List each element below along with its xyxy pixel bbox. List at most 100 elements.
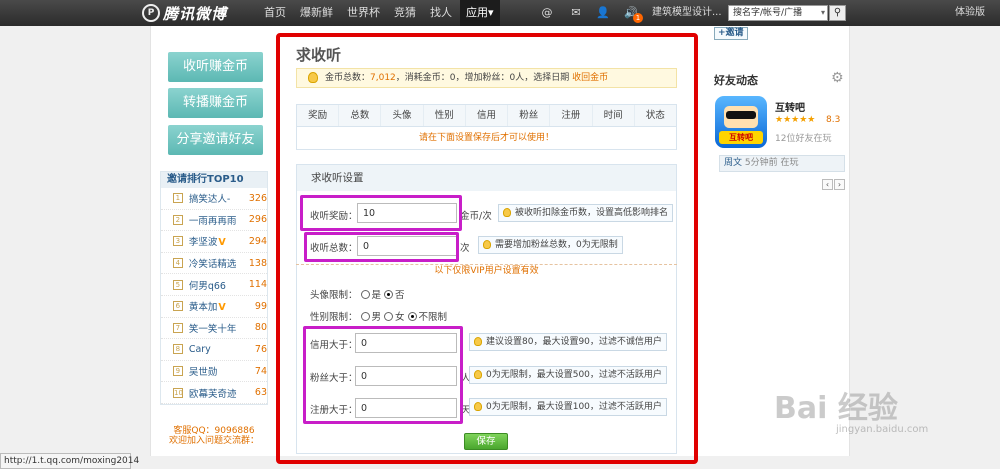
lightbulb-icon bbox=[474, 337, 482, 346]
customer-service-info: 客服QQ：9096886 欢迎加入问题交流群： bbox=[160, 426, 268, 446]
rank-number: 8 bbox=[173, 344, 183, 355]
rank-user-link[interactable]: Cary bbox=[189, 344, 246, 355]
search-button[interactable]: ⚲ bbox=[829, 5, 846, 21]
repost-earn-coins-button[interactable]: 转播赚金币 bbox=[168, 88, 263, 118]
avatar-limit-label: 头像限制： bbox=[310, 290, 358, 301]
table-header-cell: 性别 bbox=[424, 105, 466, 126]
rank-user-name: 吴世勋 bbox=[188, 367, 218, 379]
current-user-link[interactable]: 建筑模型设计... bbox=[652, 0, 722, 26]
logo-icon: P bbox=[142, 4, 160, 22]
nav-trending[interactable]: 爆新鲜 bbox=[294, 0, 339, 26]
table-header-cell: 状态 bbox=[645, 110, 665, 121]
baidu-watermark-url: jingyan.baidu.com bbox=[836, 424, 929, 435]
app-icon[interactable]: 互转吧 bbox=[715, 96, 767, 148]
credit-tip: 建议设置80，最大设置90，过滤不诚信用户 bbox=[469, 333, 667, 351]
gender-female-label: 女 bbox=[395, 312, 405, 323]
share-invite-friends-button[interactable]: 分享邀请好友 bbox=[168, 125, 263, 155]
table-header-cell: 注册 bbox=[550, 105, 593, 126]
nav-apps-label: 应用 bbox=[466, 6, 488, 19]
app-icon-label: 互转吧 bbox=[719, 131, 763, 144]
logo-text: 腾讯微博 bbox=[163, 4, 228, 23]
ranking-row: 10 欧幕芙奇迹 63 bbox=[161, 382, 267, 404]
reward-tip-text: 被收听扣除金币数，设置高低影响排名 bbox=[515, 208, 669, 218]
gender-male-label: 男 bbox=[371, 312, 382, 323]
save-button[interactable]: 保存 bbox=[464, 433, 508, 450]
rank-user-link[interactable]: 一雨再再雨 bbox=[189, 213, 246, 227]
table-header-cell: 信用 bbox=[466, 105, 509, 126]
ranking-row: 3 李坚波V 294 bbox=[161, 231, 267, 253]
nav-world-cup[interactable]: 世界杯 bbox=[341, 0, 386, 26]
rank-user-link[interactable]: 欧幕芙奇迹 bbox=[189, 386, 246, 400]
search-input[interactable]: 搜名字/帐号/广播 ▾ bbox=[728, 5, 828, 21]
user-icon[interactable]: 👤 bbox=[596, 6, 610, 20]
rank-user-link[interactable]: 笑一笑十年 bbox=[189, 321, 246, 335]
gender-female-radio[interactable] bbox=[384, 311, 394, 321]
nav-quiz[interactable]: 竞猜 bbox=[388, 0, 422, 26]
follow-earn-coins-button[interactable]: 收听赚金币 bbox=[168, 52, 263, 82]
rank-number: 3 bbox=[173, 236, 183, 247]
coins-total: 7,012 bbox=[370, 73, 396, 83]
rank-user-link[interactable]: 黄本加V bbox=[189, 299, 246, 313]
service-qq: 客服QQ：9096886 bbox=[173, 426, 255, 436]
ranking-title: 邀请排行TOP10 bbox=[161, 172, 267, 188]
gender-male-radio[interactable] bbox=[360, 311, 370, 321]
rank-number: 1 bbox=[173, 193, 183, 204]
gender-limit-row: 性别限制： 男 女 不限制 bbox=[310, 309, 447, 323]
rank-score: 63 bbox=[254, 387, 267, 399]
reclaim-coins-link[interactable]: 收回金币 bbox=[572, 73, 608, 83]
gear-icon[interactable]: ⚙ bbox=[831, 71, 845, 85]
table-header-cell: 总数 bbox=[339, 105, 382, 126]
rank-user-name: 一雨再再雨 bbox=[188, 215, 237, 227]
rank-score: 294 bbox=[248, 235, 267, 247]
mention-icon[interactable]: @ bbox=[540, 6, 554, 20]
rank-number: 10 bbox=[173, 387, 183, 398]
nav-apps[interactable]: 应用▾ bbox=[460, 0, 500, 26]
friends-activity-title: 好友动态 bbox=[714, 74, 758, 87]
register-tip-text: 0为无限制，最大设置100，过滤不活跃用户 bbox=[486, 402, 662, 412]
app-name-link[interactable]: 互转吧 bbox=[775, 99, 805, 114]
top-navigation-bar: P 腾讯微博 首页 爆新鲜 世界杯 竞猜 找人 应用▾ @ ✉ 👤 🔊 1 建筑… bbox=[0, 0, 1000, 26]
rank-score: 99 bbox=[254, 300, 267, 312]
rank-user-link[interactable]: 搞笑达人- bbox=[189, 191, 246, 205]
lightbulb-icon bbox=[308, 72, 318, 83]
pager-next-button[interactable]: › bbox=[834, 179, 845, 190]
rating-stars: ★★★★★ bbox=[775, 115, 816, 125]
rank-user-link[interactable]: 吴世勋 bbox=[189, 364, 246, 378]
verified-v-icon: V bbox=[218, 302, 226, 314]
rating-value: 8.3 bbox=[826, 115, 841, 125]
ranking-row: 6 黄本加V 99 bbox=[161, 296, 267, 318]
credit-tip-text: 建议设置80，最大设置90，过滤不诚信用户 bbox=[486, 337, 662, 347]
ranking-row: 7 笑一笑十年 80 bbox=[161, 318, 267, 340]
rank-user-name: 李坚波 bbox=[188, 237, 218, 249]
nav-home[interactable]: 首页 bbox=[258, 0, 292, 26]
total-tip-text: 需要增加粉丝总数，0为无限制 bbox=[495, 240, 618, 250]
avatar-limit-yes-label: 是 bbox=[371, 290, 382, 301]
avatar-limit-yes-radio[interactable] bbox=[360, 289, 370, 299]
main-nav: 首页 爆新鲜 世界杯 竞猜 找人 应用▾ bbox=[258, 0, 502, 26]
gender-unlimited-radio[interactable] bbox=[407, 311, 417, 321]
fans-tip: 0为无限制，最大设置500，过滤不活跃用户 bbox=[469, 366, 667, 384]
service-group: 欢迎加入问题交流群： bbox=[168, 436, 259, 446]
rank-user-name: 笑一笑十年 bbox=[188, 323, 237, 335]
beta-version-link[interactable]: 体验版 bbox=[955, 0, 985, 26]
lightbulb-icon bbox=[483, 240, 491, 249]
avatar-limit-no-radio[interactable] bbox=[384, 289, 394, 299]
table-header-cell: 粉丝 bbox=[508, 105, 551, 126]
rank-number: 5 bbox=[173, 279, 183, 290]
rank-number: 2 bbox=[173, 214, 183, 225]
rank-score: 138 bbox=[248, 257, 267, 269]
search-type-dropdown-icon[interactable]: ▾ bbox=[821, 6, 825, 20]
table-header-cell: 头像 bbox=[381, 105, 424, 126]
invite-link[interactable]: +邀请 bbox=[714, 27, 748, 40]
pager-prev-button[interactable]: ‹ bbox=[822, 179, 833, 190]
friend-name-link[interactable]: 周文 bbox=[724, 158, 742, 168]
coin-summary-bar: 金币总数：7,012，消耗金币：0，增加粉丝：0人，选择日期 收回金币 bbox=[296, 68, 677, 88]
rank-user-link[interactable]: 何男q66 bbox=[189, 278, 246, 292]
mail-icon[interactable]: ✉ bbox=[569, 6, 583, 20]
rank-user-name: Cary bbox=[188, 343, 211, 355]
nav-find-people[interactable]: 找人 bbox=[424, 0, 458, 26]
rank-user-link[interactable]: 李坚波V bbox=[189, 234, 246, 248]
page-title: 求收听 bbox=[296, 46, 342, 64]
tencent-weibo-logo[interactable]: P 腾讯微博 bbox=[142, 3, 227, 23]
rank-user-link[interactable]: 冷笑话精选 bbox=[189, 256, 246, 270]
